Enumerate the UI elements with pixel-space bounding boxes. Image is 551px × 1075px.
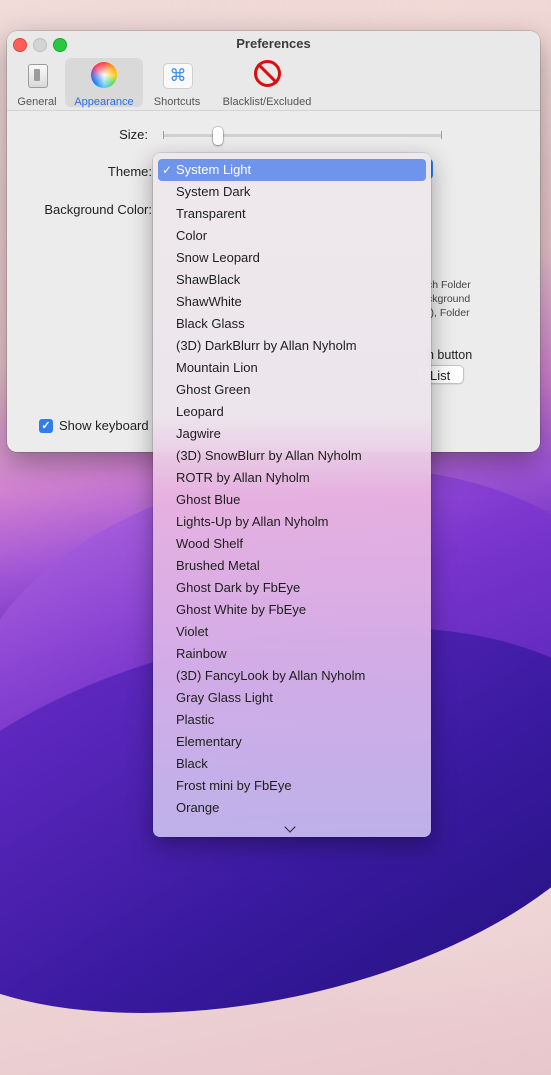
prohibited-icon [254,60,281,87]
checkmark-icon: ✓ [162,163,173,177]
theme-menu-item[interactable]: Color [158,225,426,247]
theme-menu-item[interactable]: Violet [158,621,426,643]
theme-menu-item-label: Color [176,228,208,243]
chevron-down-icon[interactable] [284,821,296,833]
theme-menu-item[interactable]: ShawWhite [158,291,426,313]
theme-menu-item-label: (3D) SnowBlurr by Allan Nyholm [176,448,362,463]
theme-menu-item-label: Lights-Up by Allan Nyholm [176,514,329,529]
button-description: h button [427,348,473,362]
theme-menu-item-label: Ghost Blue [176,492,241,507]
theme-menu-item[interactable]: Orange [158,797,426,819]
theme-menu-item[interactable]: Plastic [158,709,426,731]
theme-menu-item-label: Ghost Green [176,382,251,397]
theme-menu-item-label: ShawBlack [176,272,241,287]
theme-menu-item[interactable]: (3D) DarkBlurr by Allan Nyholm [158,335,426,357]
theme-menu-item-label: System Light [176,162,252,177]
theme-menu-item[interactable]: Mountain Lion [158,357,426,379]
description-line: r), Folder [427,307,470,319]
theme-menu-item-label: Rainbow [176,646,227,661]
theme-menu-item[interactable]: (3D) FancyLook by Allan Nyholm [158,665,426,687]
theme-menu-item-label: Snow Leopard [176,250,260,265]
command-key-icon: ⌘ [163,63,193,89]
theme-menu-item[interactable]: Black Glass [158,313,426,335]
theme-menu-item[interactable]: Jagwire [158,423,426,445]
background-color-label: Background Color: [44,202,152,217]
color-wheel-icon [91,62,117,88]
theme-menu-item-label: Elementary [176,734,242,749]
theme-menu-item[interactable]: Ghost Blue [158,489,426,511]
theme-menu-item-label: Black [176,756,208,771]
theme-menu-item[interactable]: Ghost Dark by FbEye [158,577,426,599]
theme-menu-item-label: Mountain Lion [176,360,258,375]
theme-dropdown-menu: ✓ System Light System Dark Transparent Color… [153,153,431,837]
theme-menu-item-label: Plastic [176,712,215,727]
theme-menu-item[interactable]: Leopard [158,401,426,423]
tab-label: Blacklist/Excluded [222,96,312,108]
theme-menu-item-label: Ghost White by FbEye [176,602,307,617]
tab-label: General [17,96,57,108]
size-slider-thumb[interactable] [213,127,223,145]
window-title: Preferences [236,36,311,51]
theme-menu-item-label: Frost mini by FbEye [176,778,292,793]
general-switch-icon [28,64,48,88]
tab-label: Shortcuts [153,96,201,108]
tab-appearance[interactable]: Appearance [65,58,143,108]
theme-menu-item[interactable]: Ghost Green [158,379,426,401]
theme-menu-item[interactable]: System Dark [158,181,426,203]
theme-menu-item[interactable]: ShawBlack [158,269,426,291]
theme-menu-item-label: Ghost Dark by FbEye [176,580,301,595]
theme-menu-item[interactable]: Frost mini by FbEye [158,775,426,797]
theme-menu-item[interactable]: Black [158,753,426,775]
theme-menu-item-label: Leopard [176,404,224,419]
show-keyboard-label: Show keyboard [59,418,149,433]
theme-menu-item[interactable]: Transparent [158,203,426,225]
theme-menu-item[interactable]: Wood Shelf [158,533,426,555]
size-slider-track[interactable] [163,134,442,137]
titlebar-toolbar: Preferences General Appearance ⌘ Shortcu… [7,31,540,111]
tab-blacklist[interactable]: Blacklist/Excluded [211,58,323,108]
theme-menu-item[interactable]: Elementary [158,731,426,753]
theme-menu-item-label: Transparent [176,206,246,221]
description-text: ch Folder ckground r), Folder [427,278,471,320]
show-keyboard-checkbox[interactable]: ✓ [39,419,53,433]
tab-shortcuts[interactable]: ⌘ Shortcuts [147,58,207,108]
theme-menu-item[interactable]: Gray Glass Light [158,687,426,709]
theme-menu-item-label: Gray Glass Light [176,690,273,705]
theme-menu-item[interactable]: Lights-Up by Allan Nyholm [158,511,426,533]
theme-menu-item-label: Orange [176,800,220,815]
theme-menu-item[interactable]: ROTR by Allan Nyholm [158,467,426,489]
theme-menu-item-label: ShawWhite [176,294,242,309]
slider-tick-max [441,131,442,139]
theme-menu-item-label: ROTR by Allan Nyholm [176,470,310,485]
size-label: Size: [119,127,148,142]
tab-general[interactable]: General [11,58,63,108]
theme-menu-item-label: Violet [176,624,209,639]
theme-menu-item-label: Black Glass [176,316,245,331]
theme-menu-item[interactable]: Rainbow [158,643,426,665]
theme-menu-item[interactable]: Brushed Metal [158,555,426,577]
slider-tick-min [163,131,164,139]
tab-label: Appearance [74,96,134,108]
theme-menu-item-label: Brushed Metal [176,558,260,573]
theme-menu-item[interactable]: (3D) SnowBlurr by Allan Nyholm [158,445,426,467]
description-line: ckground [427,293,471,305]
theme-menu-item[interactable]: Snow Leopard [158,247,426,269]
theme-label: Theme: [107,164,152,179]
theme-menu-item[interactable]: ✓ System Light [158,159,426,181]
theme-menu-item-label: Wood Shelf [176,536,243,551]
theme-menu-item-label: Jagwire [176,426,221,441]
theme-menu-item-label: (3D) DarkBlurr by Allan Nyholm [176,338,357,353]
description-line: ch Folder [427,279,471,291]
theme-menu-item-label: System Dark [176,184,251,199]
theme-menu-item-label: (3D) FancyLook by Allan Nyholm [176,668,366,683]
theme-menu-item[interactable]: Ghost White by FbEye [158,599,426,621]
